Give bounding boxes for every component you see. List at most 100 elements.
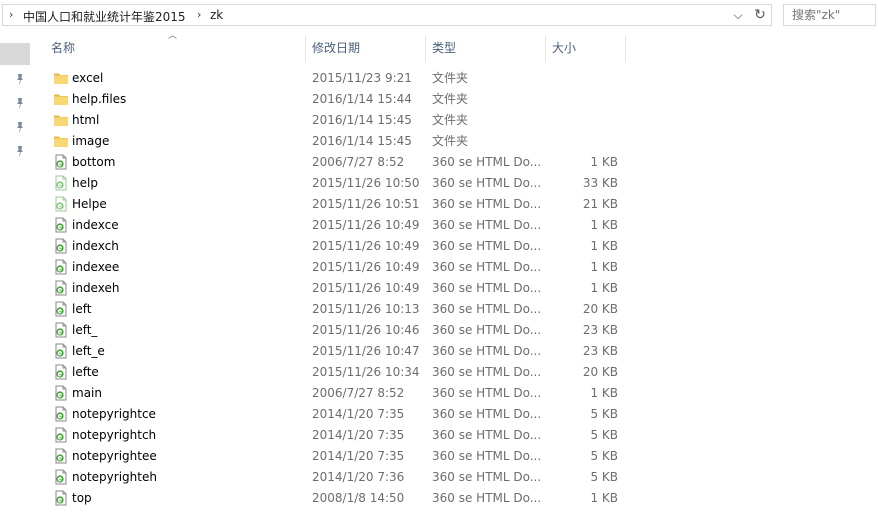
file-type: 360 se HTML Do... — [432, 197, 542, 211]
file-name: left_ — [72, 323, 98, 337]
file-row[interactable]: main 2006/7/27 8:52 360 se HTML Do... 1 KB — [30, 383, 878, 404]
file-row[interactable]: excel 2015/11/23 9:21 文件夹 — [30, 68, 878, 89]
file-name: Helpe — [72, 197, 107, 211]
file-row[interactable]: indexch 2015/11/26 10:49 360 se HTML Do...… — [30, 236, 878, 257]
html-file-icon — [53, 322, 69, 338]
file-name: indexce — [72, 218, 119, 232]
search-input[interactable] — [792, 6, 878, 24]
file-date: 2015/11/26 10:49 — [312, 239, 420, 253]
file-name: image — [72, 134, 110, 148]
file-row[interactable]: help 2015/11/26 10:50 360 se HTML Do... 33 … — [30, 173, 878, 194]
html-file-icon — [53, 238, 69, 254]
breadcrumb-chevron-icon[interactable]: › — [9, 8, 13, 21]
file-type: 360 se HTML Do... — [432, 281, 542, 295]
refresh-icon[interactable]: ↻ — [751, 5, 769, 25]
file-row[interactable]: notepyrightce 2014/1/20 7:35 360 se HTML D… — [30, 404, 878, 425]
html-file-icon — [53, 301, 69, 317]
breadcrumb-item-zk[interactable]: zk — [210, 8, 223, 22]
file-name: notepyrightee — [72, 449, 157, 463]
file-date: 2006/7/27 8:52 — [312, 155, 405, 169]
file-type: 360 se HTML Do... — [432, 491, 542, 505]
folder-icon — [53, 70, 69, 86]
html-file-icon — [53, 259, 69, 275]
file-row[interactable]: lefte 2015/11/26 10:34 360 se HTML Do... 20… — [30, 362, 878, 383]
file-size: 1 KB — [590, 239, 618, 253]
html-file-icon — [53, 175, 69, 191]
search-box[interactable] — [783, 4, 878, 26]
file-date: 2014/1/20 7:35 — [312, 449, 405, 463]
file-date: 2016/1/14 15:45 — [312, 113, 412, 127]
file-row[interactable]: notepyrighteh 2014/1/20 7:36 360 se HTML D… — [30, 467, 878, 488]
folder-icon — [53, 91, 69, 107]
html-file-icon — [53, 448, 69, 464]
file-row[interactable]: top 2008/1/8 14:50 360 se HTML Do... 1 KB — [30, 488, 878, 509]
file-row[interactable]: indexeh 2015/11/26 10:49 360 se HTML Do...… — [30, 278, 878, 299]
file-name: main — [72, 386, 102, 400]
file-row[interactable]: notepyrightch 2014/1/20 7:35 360 se HTML D… — [30, 425, 878, 446]
file-type: 文件夹 — [432, 71, 469, 85]
file-size — [550, 110, 618, 131]
file-size: 1 KB — [590, 386, 618, 400]
file-name: html — [72, 113, 100, 127]
nav-selected-item[interactable] — [0, 43, 30, 65]
file-size: 5 KB — [590, 470, 618, 484]
file-name: notepyrightch — [72, 428, 157, 442]
file-name: notepyrightce — [72, 407, 156, 421]
file-row[interactable]: indexce 2015/11/26 10:49 360 se HTML Do...… — [30, 215, 878, 236]
file-row[interactable]: notepyrightee 2014/1/20 7:35 360 se HTML D… — [30, 446, 878, 467]
html-file-icon — [53, 196, 69, 212]
folder-icon — [53, 112, 69, 128]
file-type: 360 se HTML Do... — [432, 407, 542, 421]
file-type: 360 se HTML Do... — [432, 365, 542, 379]
column-divider[interactable] — [625, 36, 626, 62]
column-header-size[interactable]: 大小 — [546, 32, 626, 62]
file-date: 2015/11/26 10:34 — [312, 365, 420, 379]
file-size: 5 KB — [590, 449, 618, 463]
file-size: 5 KB — [590, 428, 618, 442]
sort-ascending-icon: ︿ — [168, 31, 178, 41]
column-header-name[interactable]: ︿ 名称 — [30, 31, 306, 62]
file-size: 21 KB — [582, 197, 618, 211]
breadcrumb-separator-icon[interactable]: › — [197, 8, 201, 21]
file-date: 2015/11/26 10:13 — [312, 302, 420, 316]
file-row[interactable]: left_e 2015/11/26 10:47 360 se HTML Do... 2… — [30, 341, 878, 362]
file-row[interactable]: image 2016/1/14 15:45 文件夹 — [30, 131, 878, 152]
address-bar[interactable]: › 中国人口和就业统计年鉴2015 › zk ⌵ ↻ — [2, 4, 772, 26]
file-type: 文件夹 — [432, 134, 469, 148]
file-date: 2008/1/8 14:50 — [312, 491, 405, 505]
file-row[interactable]: html 2016/1/14 15:45 文件夹 — [30, 110, 878, 131]
pin-icon[interactable] — [15, 97, 25, 109]
file-row[interactable]: indexee 2015/11/26 10:49 360 se HTML Do...… — [30, 257, 878, 278]
file-size: 1 KB — [590, 155, 618, 169]
pin-icon[interactable] — [15, 145, 25, 157]
html-file-icon — [53, 427, 69, 443]
chevron-down-icon[interactable]: ⌵ — [729, 5, 747, 25]
column-header-date[interactable]: 修改日期 — [306, 32, 426, 62]
file-row[interactable]: Helpe 2015/11/26 10:51 360 se HTML Do... 21… — [30, 194, 878, 215]
html-file-icon — [53, 280, 69, 296]
file-type: 360 se HTML Do... — [432, 428, 542, 442]
file-row[interactable]: bottom 2006/7/27 8:52 360 se HTML Do... 1 K… — [30, 152, 878, 173]
file-size: 5 KB — [590, 407, 618, 421]
file-name: help — [72, 176, 98, 190]
file-row[interactable]: help.files 2016/1/14 15:44 文件夹 — [30, 89, 878, 110]
column-header-date-label: 修改日期 — [312, 41, 361, 55]
file-name: notepyrighteh — [72, 470, 157, 484]
pin-icon[interactable] — [15, 73, 25, 85]
column-header-type[interactable]: 类型 — [426, 32, 546, 62]
file-size: 1 KB — [590, 281, 618, 295]
file-row[interactable]: left_ 2015/11/26 10:46 360 se HTML Do... 23… — [30, 320, 878, 341]
file-size: 20 KB — [582, 365, 618, 379]
navigation-pane — [0, 32, 30, 515]
column-header-size-label: 大小 — [552, 41, 577, 55]
file-date: 2015/11/26 10:49 — [312, 281, 420, 295]
file-type: 360 se HTML Do... — [432, 470, 542, 484]
file-date: 2014/1/20 7:35 — [312, 407, 405, 421]
breadcrumb-item-yearbook[interactable]: 中国人口和就业统计年鉴2015 — [23, 8, 186, 25]
file-type: 360 se HTML Do... — [432, 344, 542, 358]
pin-icon[interactable] — [15, 121, 25, 133]
file-type: 文件夹 — [432, 113, 469, 127]
file-date: 2015/11/26 10:51 — [312, 197, 420, 211]
file-type: 360 se HTML Do... — [432, 386, 542, 400]
file-row[interactable]: left 2015/11/26 10:13 360 se HTML Do... 20 … — [30, 299, 878, 320]
